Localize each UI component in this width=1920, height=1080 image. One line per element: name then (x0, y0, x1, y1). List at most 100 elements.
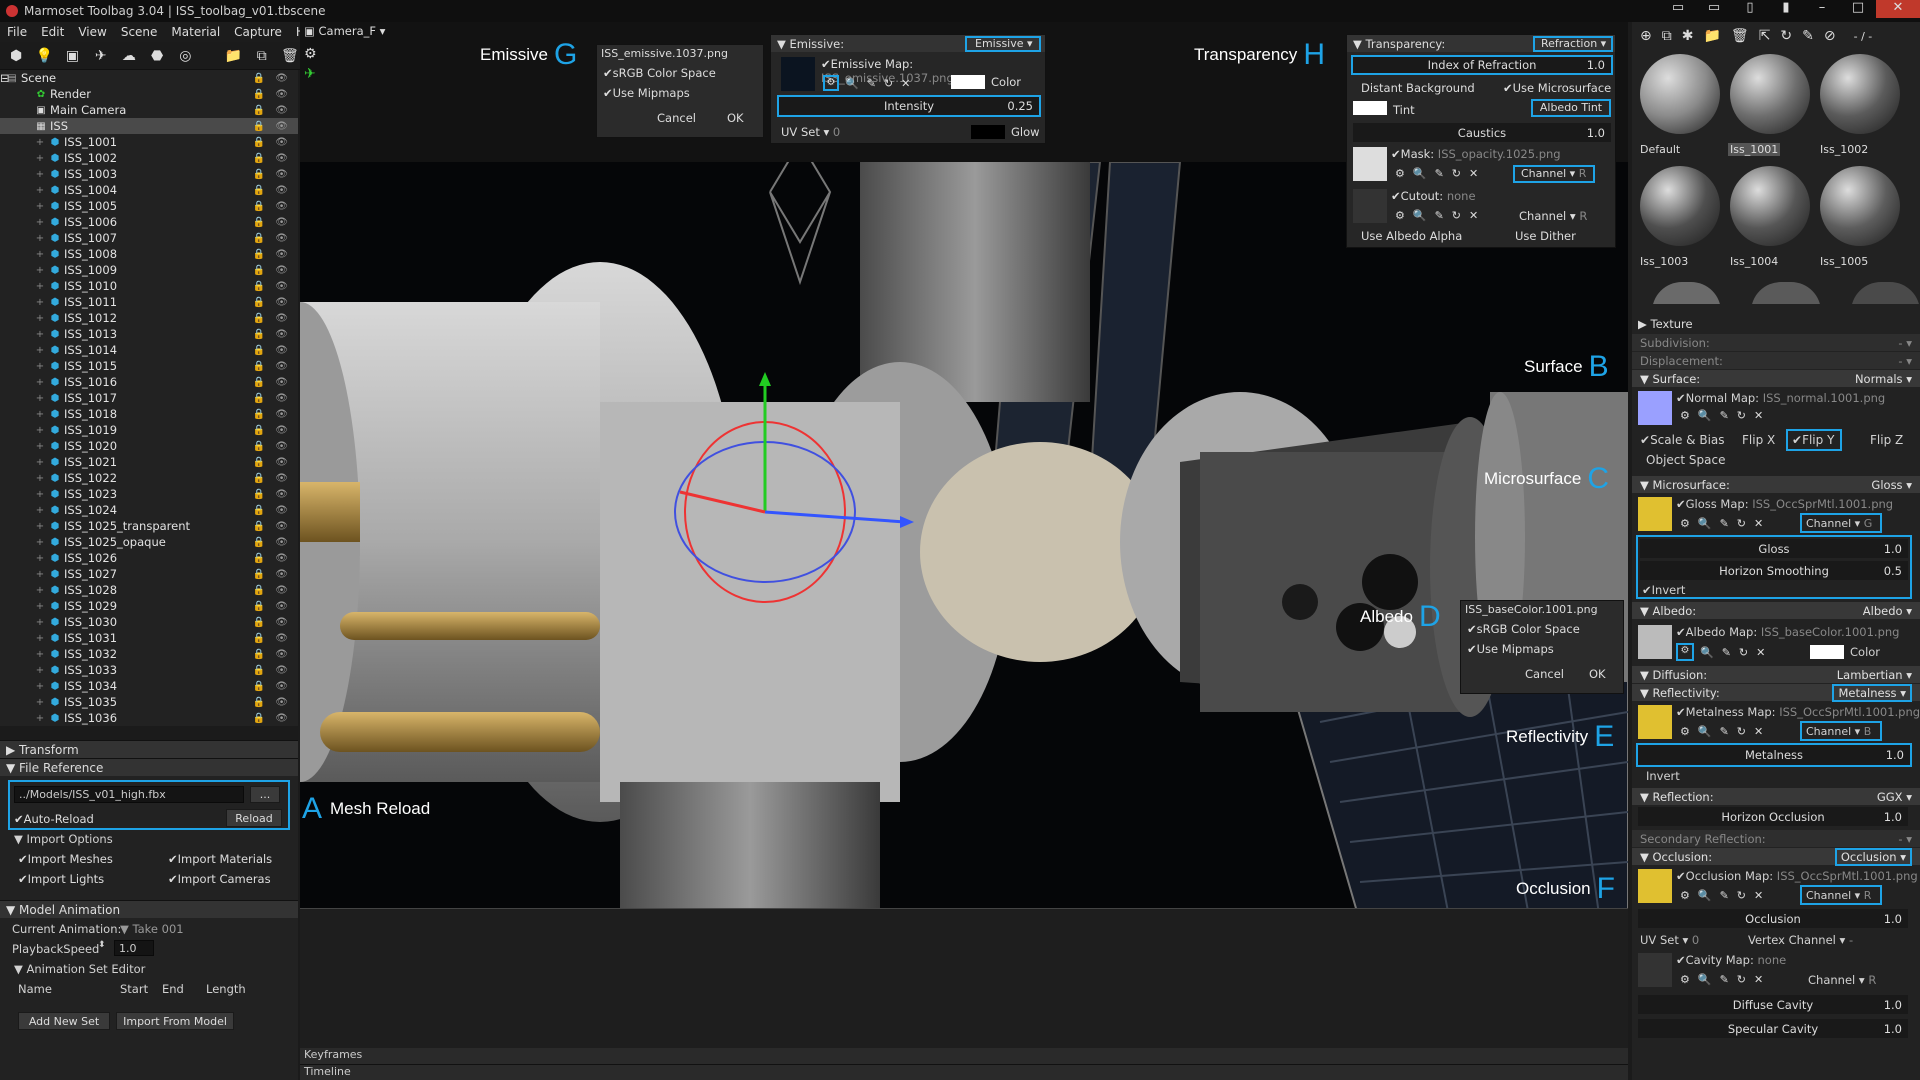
visibility-eye-icon[interactable]: 👁 (275, 681, 288, 692)
layout-3-icon[interactable]: ▯ (1732, 0, 1768, 18)
visibility-eye-icon[interactable]: 👁 (275, 185, 288, 196)
lock-icon[interactable]: 🔒 (253, 345, 265, 356)
lock-icon[interactable]: 🔒 (253, 73, 265, 84)
duplicate-material-icon[interactable]: ⧉ (1662, 28, 1672, 44)
lock-icon[interactable]: 🔒 (253, 553, 265, 564)
lock-icon[interactable]: 🔒 (253, 137, 265, 148)
lock-icon[interactable]: 🔒 (253, 665, 265, 676)
visibility-eye-icon[interactable]: 👁 (275, 697, 288, 708)
add-shadow-catcher-icon[interactable]: ✈ (91, 46, 111, 66)
metalness-map-thumb[interactable] (1638, 705, 1672, 739)
lock-icon[interactable]: 🔒 (253, 105, 265, 116)
outliner-item-mesh[interactable]: + ⬢ ISS_1019 🔒 👁 (0, 422, 298, 438)
model-animation-section[interactable]: ▼ Model Animation (0, 900, 298, 918)
pick-material-icon[interactable]: ✱ (1682, 28, 1694, 44)
visibility-eye-icon[interactable]: 👁 (275, 105, 288, 116)
flip-x-checkbox[interactable]: Flip X (1742, 433, 1775, 447)
lock-icon[interactable]: 🔒 (253, 185, 265, 196)
gloss-invert-checkbox[interactable]: ✔Invert (1642, 583, 1685, 597)
lock-icon[interactable]: 🔒 (253, 313, 265, 324)
reflectivity-mode-dropdown[interactable]: Metalness ▾ (1832, 683, 1912, 702)
visibility-eye-icon[interactable]: 👁 (275, 585, 288, 596)
import-icon[interactable]: ⇱ (1759, 28, 1771, 44)
add-baker-icon[interactable]: ⬣ (147, 46, 167, 66)
outliner-item-mesh[interactable]: + ⬢ ISS_1014 🔒 👁 (0, 342, 298, 358)
horizon-occlusion-slider[interactable]: Horizon Occlusion 1.0 (1638, 807, 1908, 826)
outliner-item-mesh[interactable]: + ⬢ ISS_1009 🔒 👁 (0, 262, 298, 278)
maximize-button[interactable]: □ (1840, 0, 1876, 18)
occlusion-channel-dropdown[interactable]: Channel ▾ R (1800, 885, 1882, 905)
search-icon[interactable]: 🔍 (1413, 167, 1427, 180)
refresh-icon[interactable]: ↻ (1737, 889, 1746, 902)
refresh-icon[interactable]: ↻ (1452, 167, 1461, 180)
diffusion-section[interactable]: ▼ Diffusion: Lambertian ▾ (1632, 666, 1920, 683)
expand-plus-icon[interactable]: + (34, 216, 46, 228)
add-object-icon[interactable]: ⬢ (6, 46, 26, 66)
outliner-item-mesh[interactable]: + ⬢ ISS_1003 🔒 👁 (0, 166, 298, 182)
outliner-item-mesh[interactable]: + ⬢ ISS_1017 🔒 👁 (0, 390, 298, 406)
visibility-eye-icon[interactable]: 👁 (275, 377, 288, 388)
material-sphere-7[interactable] (1652, 282, 1722, 304)
add-light-icon[interactable]: 💡 (34, 46, 54, 66)
material-thumbnail[interactable]: Iss_1003 (1636, 164, 1724, 272)
menu-material[interactable]: Material (164, 25, 227, 39)
subdivision-section[interactable]: Subdivision: - ▾ (1632, 334, 1920, 351)
expand-plus-icon[interactable]: + (34, 600, 46, 612)
material-sphere-9[interactable] (1850, 282, 1920, 304)
expand-plus-icon[interactable]: + (34, 408, 46, 420)
animation-set-editor-header[interactable]: ▼ Animation Set Editor (14, 962, 145, 976)
albedo-map-thumb[interactable] (1638, 625, 1672, 659)
visibility-eye-icon[interactable]: 👁 (275, 489, 288, 500)
visibility-eye-icon[interactable]: 👁 (275, 329, 288, 340)
eyedropper-icon[interactable]: ✎ (867, 77, 876, 90)
outliner-item-group[interactable]: ▦ ISS 🔒 👁 (0, 118, 298, 134)
lock-icon[interactable]: 🔒 (253, 617, 265, 628)
import-meshes-checkbox[interactable]: ✔Import Meshes (18, 852, 113, 866)
import-from-model-button[interactable]: Import From Model (116, 1012, 234, 1030)
uvset-dropdown[interactable]: UV Set ▾ 0 (781, 125, 840, 139)
add-material-icon[interactable]: ⊕ (1640, 28, 1652, 44)
expand-plus-icon[interactable]: + (34, 456, 46, 468)
visibility-eye-icon[interactable]: 👁 (275, 89, 288, 100)
outliner-item-mesh[interactable]: + ⬢ ISS_1029 🔒 👁 (0, 598, 298, 614)
lock-icon[interactable]: 🔒 (253, 489, 265, 500)
add-turntable-icon[interactable]: ◎ (175, 46, 195, 66)
expand-plus-icon[interactable]: + (34, 696, 46, 708)
refresh-icon[interactable]: ↻ (1737, 517, 1746, 530)
normal-map-thumb[interactable] (1638, 391, 1672, 425)
transparency-mode-dropdown[interactable]: Refraction ▾ (1533, 36, 1613, 52)
search-icon[interactable]: 🔍 (845, 77, 859, 90)
outliner-item-mesh[interactable]: + ⬢ ISS_1002 🔒 👁 (0, 150, 298, 166)
eyedropper-icon[interactable]: ✎ (1435, 209, 1444, 222)
clear-icon[interactable]: ✕ (1469, 167, 1478, 180)
lock-icon[interactable]: 🔒 (253, 441, 265, 452)
outliner-item-mesh[interactable]: + ⬢ ISS_1001 🔒 👁 (0, 134, 298, 150)
menu-edit[interactable]: Edit (34, 25, 71, 39)
outliner-item-mesh[interactable]: + ⬢ ISS_1023 🔒 👁 (0, 486, 298, 502)
browse-button[interactable]: ... (250, 786, 280, 803)
mask-thumb[interactable] (1353, 147, 1387, 181)
expand-plus-icon[interactable]: + (34, 264, 46, 276)
outliner-item-mesh[interactable]: + ⬢ ISS_1036 🔒 👁 (0, 710, 298, 726)
settings-icon[interactable]: ⚙ (1395, 167, 1405, 180)
eyedropper-icon[interactable]: ✎ (1722, 646, 1731, 659)
emissive-settings-icon[interactable]: ⚙ (823, 75, 839, 91)
expand-plus-icon[interactable]: + (34, 328, 46, 340)
delete-icon[interactable]: 🗑 (280, 46, 300, 66)
open-folder-icon[interactable]: 📁 (223, 46, 243, 66)
popup-d-cancel-button[interactable]: Cancel (1525, 667, 1564, 681)
emissive-mode-dropdown[interactable]: Emissive ▾ (965, 36, 1041, 52)
caustics-slider[interactable]: Caustics 1.0 (1353, 123, 1611, 142)
lock-icon[interactable]: 🔒 (253, 361, 265, 372)
tint-swatch[interactable] (1353, 101, 1387, 115)
metalness-channel-dropdown[interactable]: Channel ▾ B (1800, 721, 1882, 741)
lock-icon[interactable]: 🔒 (253, 409, 265, 420)
occlusion-mode-dropdown[interactable]: Occlusion ▾ (1834, 847, 1912, 866)
texture-section[interactable]: ▶ Texture (1632, 314, 1920, 333)
playback-speed-field[interactable]: 1.0 (114, 940, 154, 956)
delete-material-icon[interactable]: 🗑 (1731, 28, 1749, 44)
expand-plus-icon[interactable]: + (34, 584, 46, 596)
visibility-eye-icon[interactable]: 👁 (275, 457, 288, 468)
outliner-item-mesh[interactable]: + ⬢ ISS_1025_opaque 🔒 👁 (0, 534, 298, 550)
expand-plus-icon[interactable]: + (34, 520, 46, 532)
